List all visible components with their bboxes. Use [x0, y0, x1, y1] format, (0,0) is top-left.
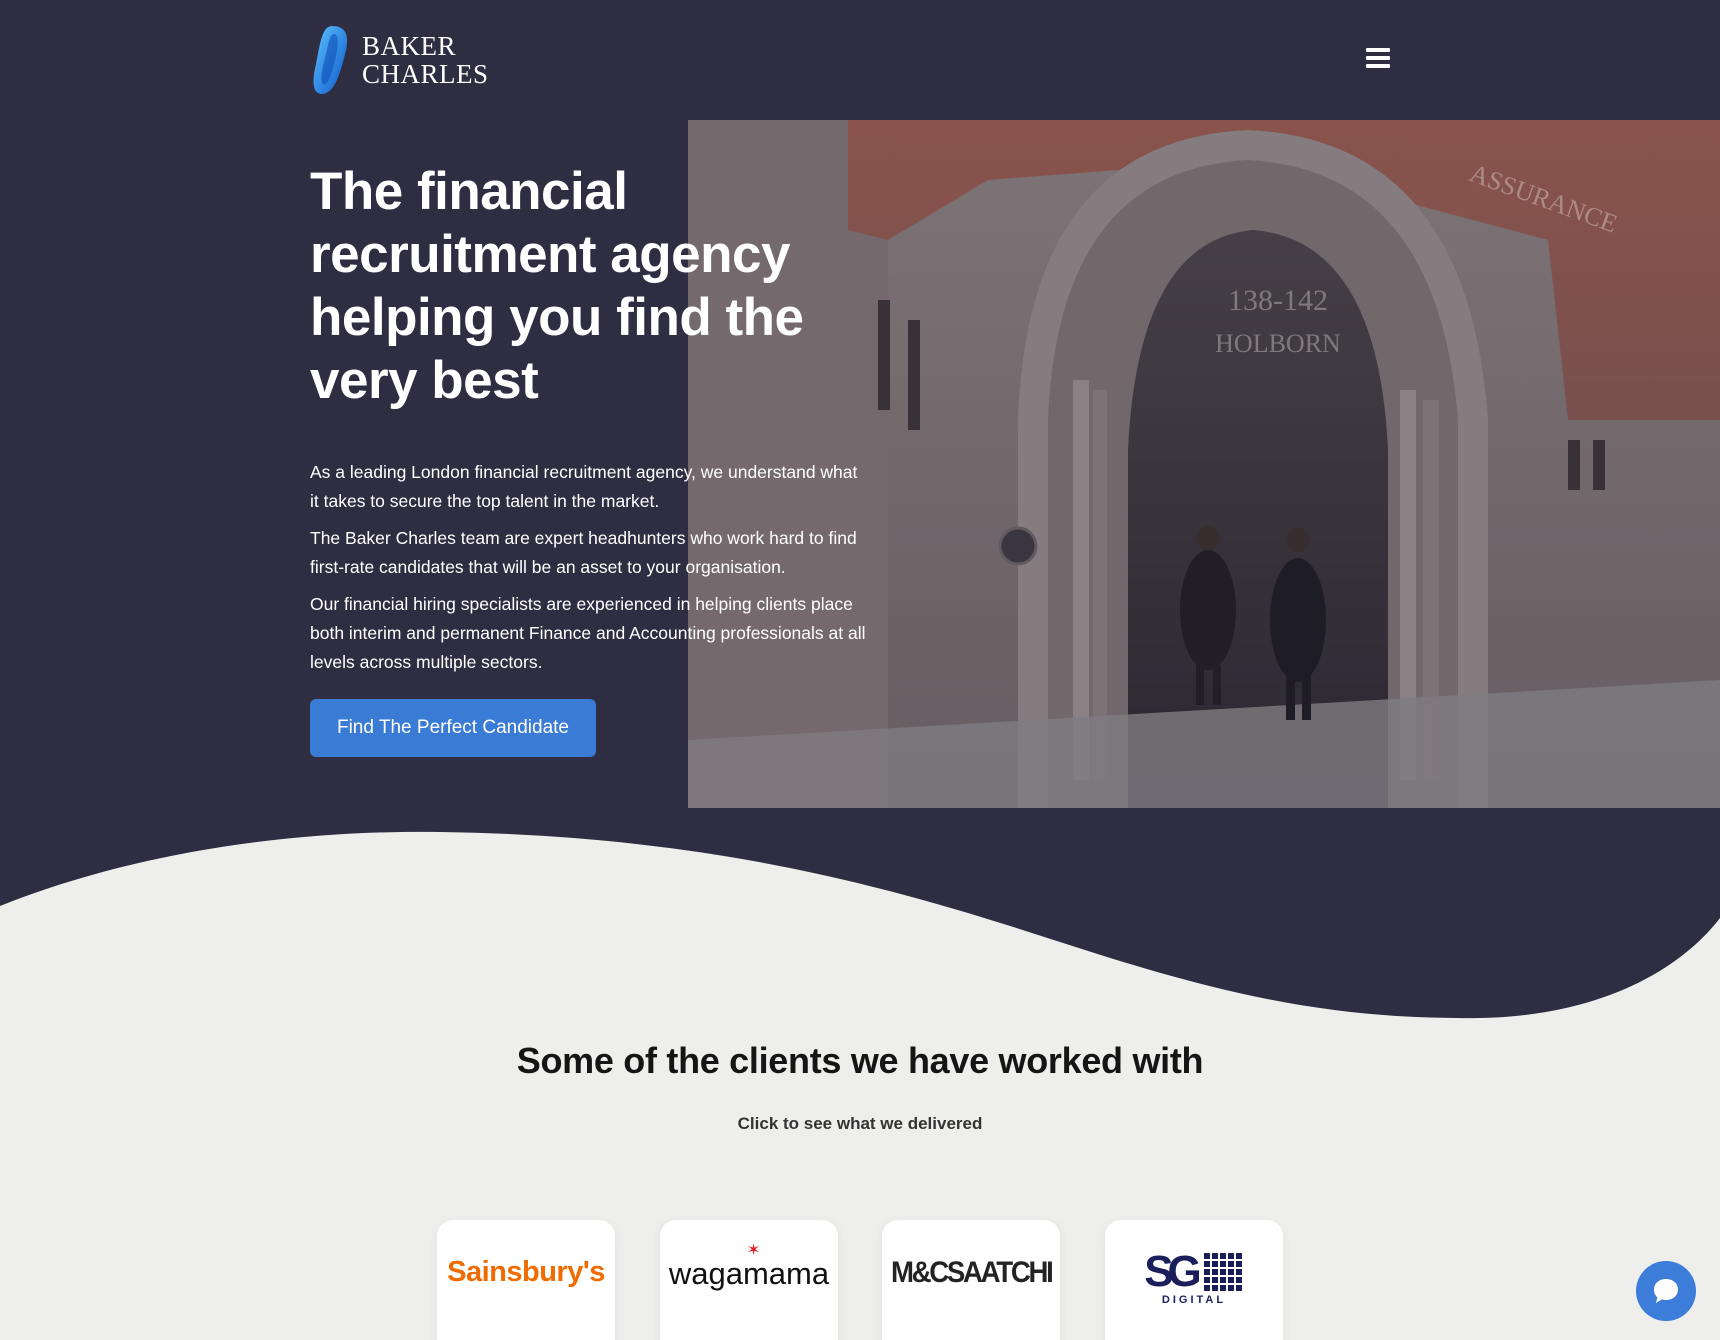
hero-paragraph: As a leading London financial recruitmen…	[310, 462, 858, 511]
sg-logo-subtext: DIGITAL	[1161, 1294, 1227, 1306]
hero-title: The financial recruitment agency helping…	[310, 162, 804, 410]
wagamama-logo-text: wagamama	[668, 1256, 830, 1291]
sg-grid-icon	[1203, 1253, 1242, 1291]
clients-section: Some of the clients we have worked with …	[0, 1040, 1720, 1134]
client-card-sainsburys[interactable]: Sainsbury's	[437, 1220, 615, 1340]
brand-name-line2: CHARLES	[362, 59, 489, 89]
hamburger-menu-icon[interactable]	[1362, 44, 1394, 72]
section-wave-divider	[0, 831, 1720, 1020]
client-card-wagamama[interactable]: ✶ wagamama	[660, 1220, 838, 1340]
site-header: BAKER CHARLES	[0, 0, 1720, 120]
hero-copy: The financial recruitment agency helping…	[310, 160, 870, 685]
wagamama-logo: ✶ wagamama	[668, 1242, 830, 1292]
hero-paragraph: Our financial hiring specialists are exp…	[310, 594, 866, 672]
hero-paragraph: The Baker Charles team are expert headhu…	[310, 528, 857, 577]
sainsburys-logo: Sainsbury's	[447, 1256, 605, 1288]
sg-logo-text: SG	[1144, 1247, 1202, 1296]
chat-bubble-icon[interactable]	[1636, 1261, 1696, 1321]
find-candidate-button[interactable]: Find The Perfect Candidate	[310, 699, 596, 757]
clients-title: Some of the clients we have worked with	[516, 1040, 1204, 1081]
clients-subtitle: Click to see what we delivered	[737, 1114, 983, 1133]
chat-bubble-glyph-icon	[1654, 1279, 1678, 1303]
brand-name-line1: BAKER	[362, 31, 457, 61]
client-card-mc-saatchi[interactable]: M&CSAATCHI	[882, 1220, 1060, 1340]
hero-section: 138-142 HOLBORN ASSURANCE BAKER CHARLES …	[0, 0, 1720, 1020]
sg-digital-logo: SG DIGITAL	[1144, 1247, 1244, 1306]
mc-saatchi-logo: M&CSAATCHI	[890, 1256, 1054, 1289]
client-card-sg-digital[interactable]: SG DIGITAL	[1105, 1220, 1283, 1340]
brand-logo-mark-icon	[313, 26, 348, 94]
brand-logo[interactable]: BAKER CHARLES	[310, 24, 500, 96]
wagamama-star-icon: ✶	[746, 1242, 761, 1259]
